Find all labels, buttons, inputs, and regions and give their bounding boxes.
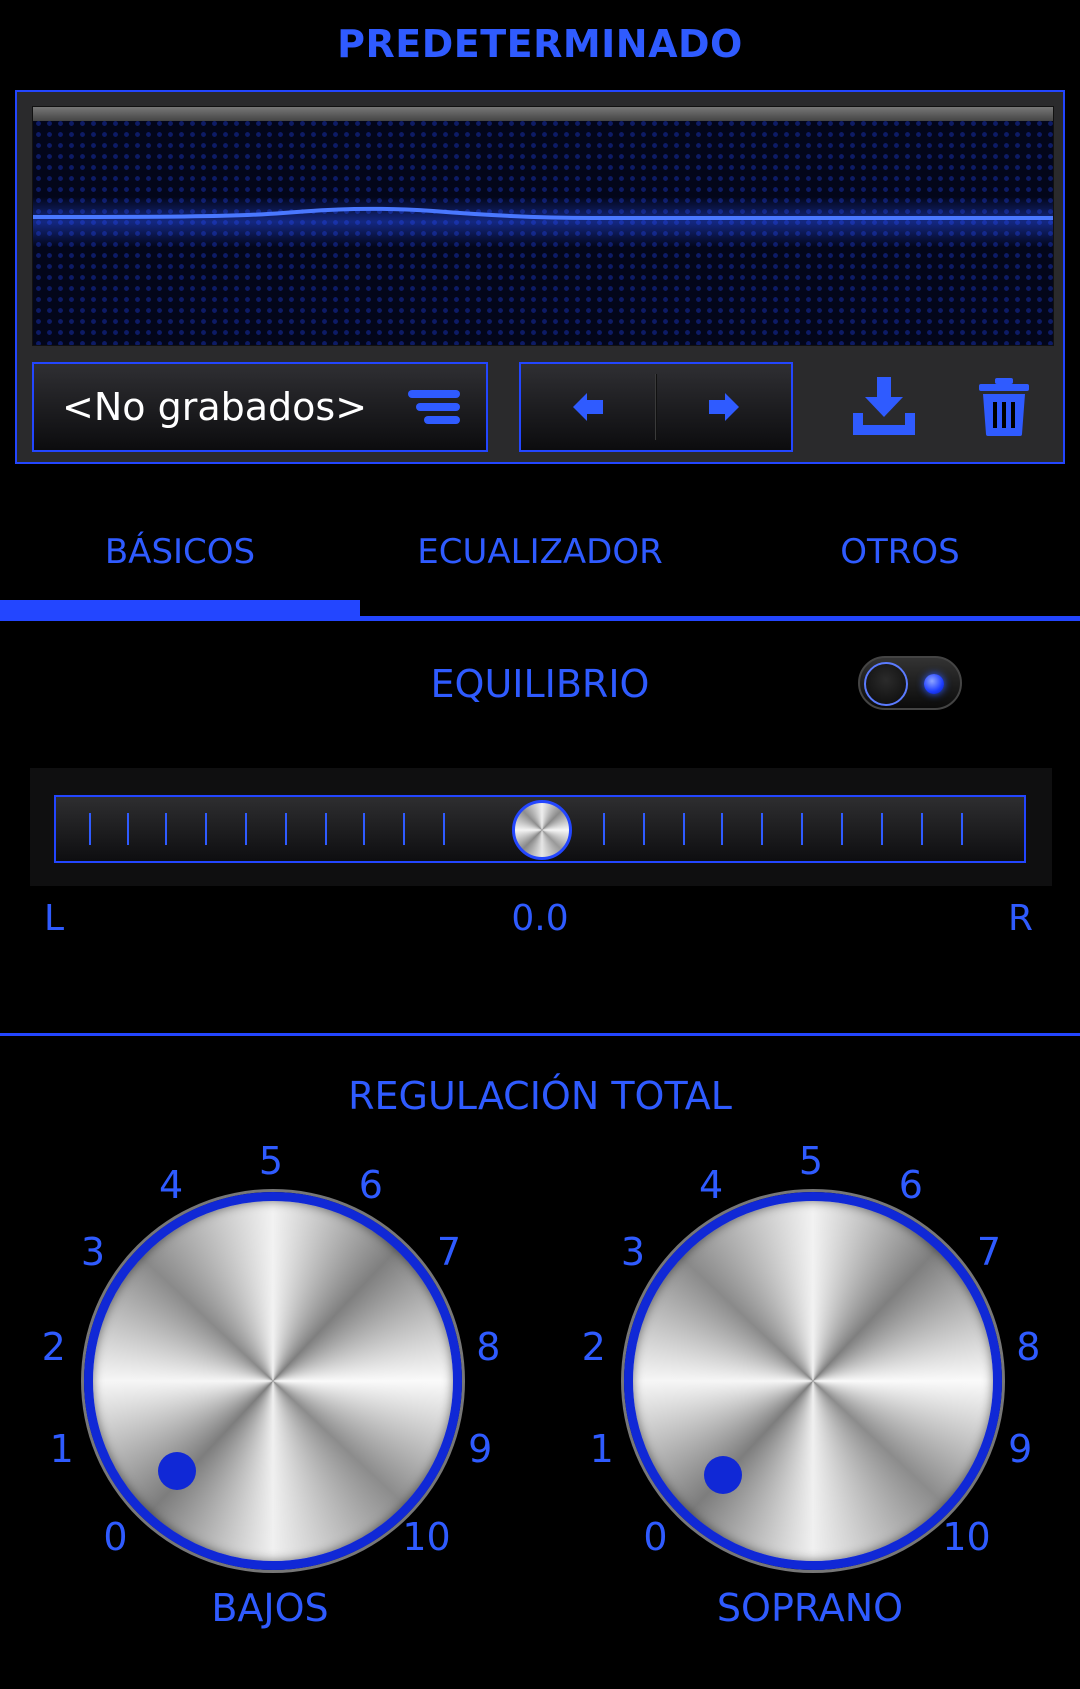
eq-curve-graph bbox=[33, 206, 1053, 220]
tab-underline bbox=[0, 616, 1080, 621]
knob-scale-number: 8 bbox=[1016, 1324, 1041, 1369]
knob-scale-number: 5 bbox=[258, 1139, 284, 1183]
knob-scale-number: 6 bbox=[358, 1162, 383, 1207]
preset-nav bbox=[519, 362, 793, 452]
arrow-left-icon bbox=[573, 393, 603, 421]
knob-scale-number: 9 bbox=[1008, 1426, 1033, 1471]
knob-indicator-dot bbox=[704, 1456, 742, 1494]
treble-knob-label: SOPRANO bbox=[716, 1586, 904, 1630]
save-preset-button[interactable] bbox=[847, 370, 921, 444]
treble-knob-group: SOPRANO 0 1 2 3 4 5 6 7 8 9 10 bbox=[540, 1130, 1041, 1650]
tab-basicos[interactable]: BÁSICOS bbox=[0, 532, 360, 572]
knob-scale-number: 4 bbox=[699, 1162, 724, 1207]
knob-scale-number: 2 bbox=[41, 1324, 66, 1369]
total-title: REGULACIÓN TOTAL bbox=[348, 1074, 732, 1118]
section-divider bbox=[0, 1033, 1080, 1036]
knob-scale-number: 1 bbox=[589, 1426, 614, 1471]
knob-scale-number: 3 bbox=[620, 1229, 646, 1274]
knob-scale-number: 5 bbox=[798, 1139, 824, 1183]
prev-preset-button[interactable] bbox=[521, 364, 655, 450]
download-icon bbox=[853, 377, 915, 435]
preset-panel: <No grabados> bbox=[15, 90, 1065, 464]
knob-scale-number: 7 bbox=[976, 1229, 1002, 1274]
knob-scale-number: 6 bbox=[898, 1162, 923, 1207]
preset-select-value: <No grabados> bbox=[62, 385, 368, 429]
header-title: PREDETERMINADO bbox=[337, 22, 743, 66]
knob-indicator-dot bbox=[158, 1452, 196, 1490]
bass-knob[interactable] bbox=[84, 1192, 462, 1570]
tab-bar: BÁSICOS ECUALIZADOR OTROS bbox=[0, 500, 1080, 625]
eq-curve-display bbox=[32, 106, 1054, 346]
knob-scale-number: 9 bbox=[468, 1426, 493, 1471]
bass-knob-group: BAJOS 0 1 2 3 4 5 6 7 8 9 10 bbox=[0, 1130, 501, 1650]
bass-knob-label: BAJOS bbox=[211, 1586, 329, 1630]
knob-scale-number: 2 bbox=[581, 1324, 606, 1369]
knob-scale-number: 0 bbox=[103, 1514, 128, 1559]
knob-scale-number: 3 bbox=[80, 1229, 106, 1274]
delete-preset-button[interactable] bbox=[967, 370, 1041, 444]
next-preset-button[interactable] bbox=[657, 364, 791, 450]
treble-knob[interactable] bbox=[624, 1192, 1002, 1570]
list-icon bbox=[408, 390, 460, 424]
knob-scale-number: 8 bbox=[476, 1324, 501, 1369]
knob-scale-number: 7 bbox=[436, 1229, 462, 1274]
arrow-right-icon bbox=[709, 393, 739, 421]
trash-icon bbox=[979, 378, 1029, 436]
tab-otros[interactable]: OTROS bbox=[720, 532, 1080, 572]
knob-scale-number: 10 bbox=[402, 1514, 451, 1559]
preset-select[interactable]: <No grabados> bbox=[32, 362, 488, 452]
knob-scale-number: 0 bbox=[643, 1514, 668, 1559]
tab-ecualizador[interactable]: ECUALIZADOR bbox=[360, 532, 720, 572]
balance-right-label: R bbox=[1008, 898, 1034, 939]
knob-scale-number: 1 bbox=[49, 1426, 74, 1471]
balance-value: 0.0 bbox=[511, 898, 569, 939]
balance-toggle[interactable] bbox=[858, 656, 962, 710]
balance-slider-thumb[interactable] bbox=[512, 800, 572, 860]
knob-scale-number: 10 bbox=[942, 1514, 991, 1559]
knob-scale-number: 4 bbox=[159, 1162, 184, 1207]
